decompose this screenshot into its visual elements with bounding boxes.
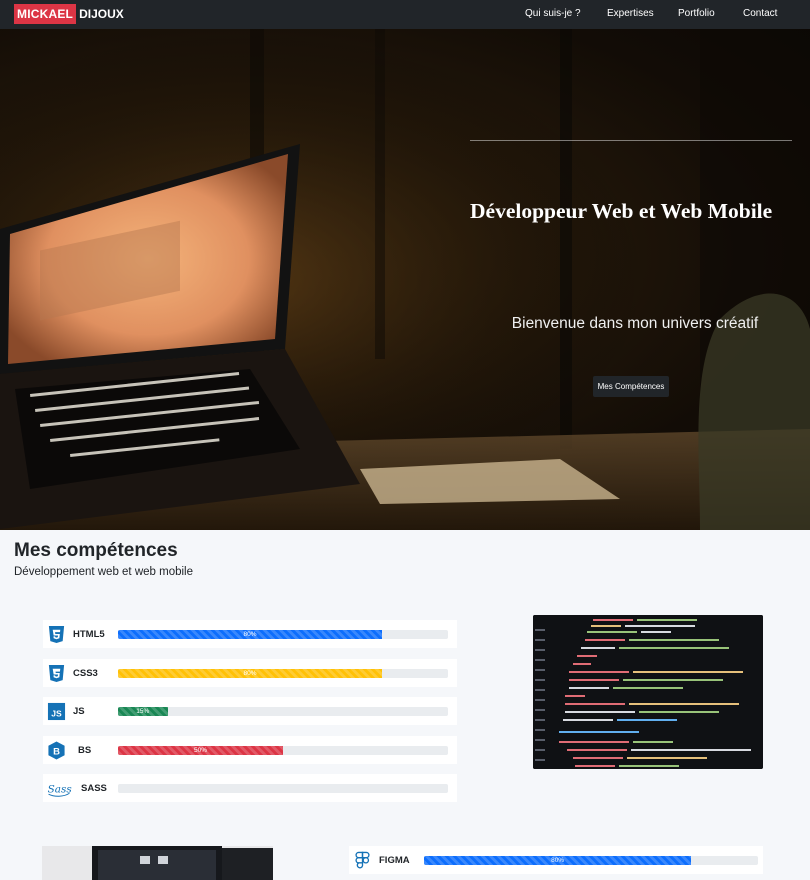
- progress-fill: 80%: [424, 856, 692, 865]
- workspace-image: [42, 846, 273, 880]
- skill-row-figma: FIGMA 80%: [349, 846, 763, 874]
- nav-item-contact[interactable]: Contact: [743, 8, 777, 19]
- progress-fill: 50%: [118, 746, 283, 755]
- workspace-illustration: [42, 846, 273, 880]
- brand-first-name: MICKAEL: [14, 4, 77, 24]
- hero-title: Développeur Web et Web Mobile: [470, 199, 773, 223]
- hero-banner: Développeur Web et Web Mobile Bienvenue …: [0, 29, 810, 530]
- nav-item-portfolio[interactable]: Portfolio: [678, 8, 715, 19]
- hero-background-image: [0, 29, 810, 530]
- progress-track: 80%: [118, 669, 448, 678]
- progress-track: 80%: [118, 630, 448, 639]
- html5-icon: [48, 625, 65, 644]
- skills-section-title: Mes compétences: [14, 540, 178, 561]
- skill-name: CSS3: [73, 668, 98, 679]
- progress-track: 15%: [118, 707, 448, 716]
- skill-name: BS: [78, 745, 92, 756]
- progress-fill: 80%: [118, 669, 382, 678]
- progress-track: [118, 784, 448, 793]
- svg-text:Sass: Sass: [48, 783, 72, 795]
- skill-row-sass: Sass SASS: [43, 774, 457, 802]
- progress-track: 80%: [424, 856, 758, 865]
- nav-item-expertises[interactable]: Expertises: [607, 8, 654, 19]
- skill-row-bootstrap: B BS 50%: [43, 736, 457, 764]
- progress-fill: 15%: [118, 707, 168, 716]
- skill-row-html5: HTML5 80%: [43, 620, 457, 648]
- progress-track: 50%: [118, 746, 448, 755]
- brand-last-name: DIJOUX: [79, 7, 124, 21]
- navbar: MICKAEL DIJOUX Qui suis-je ? Expertises …: [0, 0, 810, 29]
- code-screenshot-image: [533, 615, 763, 769]
- sass-icon: Sass: [48, 783, 72, 797]
- brand-logo[interactable]: MICKAEL DIJOUX: [14, 4, 124, 24]
- svg-text:B: B: [53, 746, 60, 757]
- nav-item-about[interactable]: Qui suis-je ?: [525, 8, 581, 19]
- skills-section-subtitle: Développement web et web mobile: [14, 566, 193, 578]
- skill-name: FIGMA: [379, 855, 410, 866]
- skill-name: JS: [73, 706, 85, 717]
- code-editor-illustration: [533, 615, 763, 769]
- skill-name: SASS: [81, 783, 107, 794]
- skill-name: HTML5: [73, 629, 105, 640]
- progress-fill: 80%: [118, 630, 382, 639]
- skill-row-css3: CSS3 80%: [43, 659, 457, 687]
- svg-text:JS: JS: [51, 708, 62, 718]
- hero-subtitle: Bienvenue dans mon univers créatif: [511, 315, 759, 332]
- skills-button[interactable]: Mes Compétences: [593, 376, 669, 397]
- bootstrap-icon: B: [48, 741, 65, 760]
- hero-divider: [470, 140, 792, 141]
- css3-icon: [48, 664, 65, 683]
- skill-row-js: JS JS 15%: [43, 697, 457, 725]
- js-icon: JS: [47, 702, 66, 721]
- figma-icon: [355, 851, 370, 869]
